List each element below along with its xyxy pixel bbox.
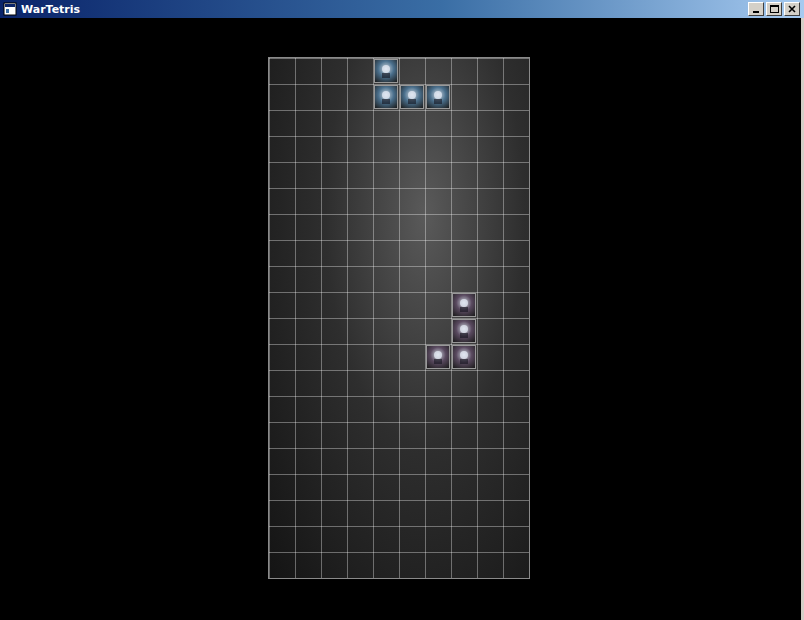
unit-icon bbox=[404, 89, 420, 105]
unit-icon bbox=[378, 63, 394, 79]
block bbox=[426, 345, 450, 369]
block bbox=[374, 59, 398, 83]
maximize-button[interactable] bbox=[766, 2, 782, 16]
block bbox=[452, 319, 476, 343]
block bbox=[452, 293, 476, 317]
window-buttons bbox=[748, 2, 800, 16]
block bbox=[426, 85, 450, 109]
unit-icon bbox=[378, 89, 394, 105]
block bbox=[452, 345, 476, 369]
maximize-icon bbox=[769, 4, 779, 14]
unit-icon bbox=[456, 323, 472, 339]
title-bar: WarTetris bbox=[0, 0, 804, 18]
tetris-board bbox=[268, 57, 530, 579]
block bbox=[374, 85, 398, 109]
game-area bbox=[0, 18, 804, 620]
unit-icon bbox=[456, 297, 472, 313]
close-icon bbox=[787, 4, 797, 14]
app-icon bbox=[3, 2, 17, 16]
unit-icon bbox=[456, 349, 472, 365]
unit-icon bbox=[430, 349, 446, 365]
block bbox=[400, 85, 424, 109]
window-title: WarTetris bbox=[21, 3, 744, 16]
close-button[interactable] bbox=[784, 2, 800, 16]
minimize-icon bbox=[751, 4, 761, 14]
minimize-button[interactable] bbox=[748, 2, 764, 16]
unit-icon bbox=[430, 89, 446, 105]
